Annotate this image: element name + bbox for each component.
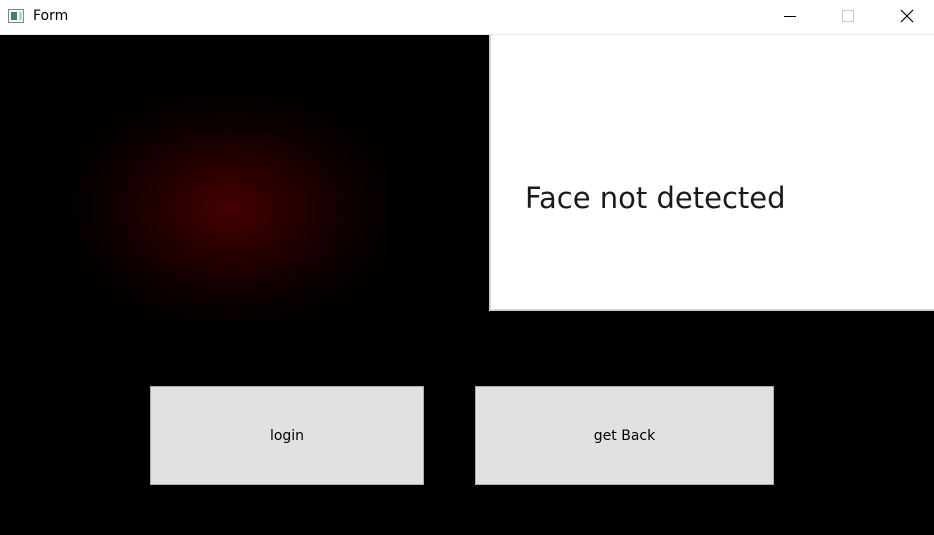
main-window: Form Face not detected login get Back [0,0,934,535]
app-icon [8,9,24,23]
get-back-button[interactable]: get Back [475,386,774,485]
maximize-button[interactable] [819,0,877,34]
login-button[interactable]: login [150,386,424,485]
close-button[interactable] [877,0,934,34]
status-panel: Face not detected [489,35,934,311]
minimize-icon [784,16,796,17]
status-message: Face not detected [525,181,786,215]
minimize-button[interactable] [761,0,819,34]
camera-feed [0,35,490,385]
close-icon [900,9,914,23]
camera-glow [70,93,390,325]
login-button-label: login [269,427,305,444]
title-bar: Form [0,0,934,35]
get-back-button-label: get Back [593,427,656,444]
window-title: Form [33,8,69,24]
maximize-icon [842,10,854,22]
